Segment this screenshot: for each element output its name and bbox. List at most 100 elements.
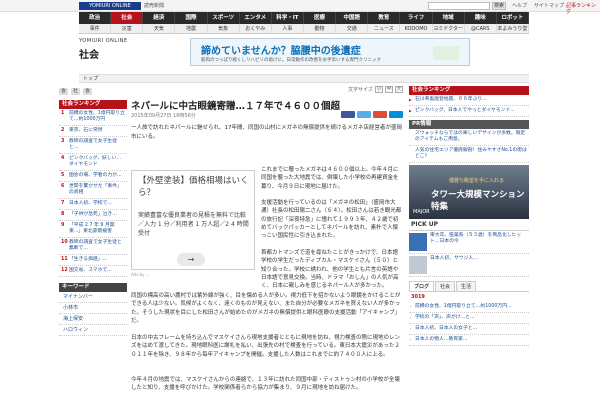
subnav-item[interactable]: ニュース: [368, 24, 401, 33]
sitemap-link[interactable]: サイトマップ: [534, 3, 564, 9]
subnav-item[interactable]: 気象: [208, 24, 240, 33]
text-size-small-button[interactable]: 小: [375, 86, 383, 93]
list-item[interactable]: 前橋の女性、1億円取り立て…約1000万円...: [409, 302, 529, 313]
nav-society[interactable]: 社会: [111, 12, 144, 24]
list-item[interactable]: 石川県奥能登地震、６６年ぶり...: [409, 95, 529, 106]
ranking-list: 1 前橋の女性、1億円取り立て…約1000万円 2 東京、石に突然 3 教師の調査で女…: [59, 109, 127, 277]
nav-sports[interactable]: スポーツ: [208, 12, 240, 24]
tab-society[interactable]: 社会: [435, 281, 456, 291]
inline-ad[interactable]: 【外壁塗装】価格相場はいくら？ 実績豊富な優良業者の見積を無料で比較／入力 1 …: [131, 170, 255, 270]
nav-hobby[interactable]: 趣味: [465, 12, 497, 24]
tower-ad-subtitle: 優雅な眺望を手に入れる: [449, 178, 505, 184]
subnav-item[interactable]: 天気: [143, 24, 176, 33]
blog-tabs: ブログ 社会 生活: [409, 281, 529, 292]
keyword-item[interactable]: 海上保安: [59, 314, 127, 325]
list-item[interactable]: 4 ピンクバッグ、妖しい...ダイヤモンド: [59, 154, 127, 171]
subnav-item[interactable]: 事件: [79, 24, 112, 33]
list-item[interactable]: 日本人の物人…教育家...: [409, 335, 529, 346]
text-size-label: 文字サイズ: [348, 87, 373, 93]
subnav-item[interactable]: 本よみうり堂: [497, 24, 529, 33]
site-logo[interactable]: YOMIURI ONLINE: [79, 2, 141, 10]
pr-item[interactable]: 人気の住宅エリア徹底解剖！住みやすさNo.1の街はどこ？: [409, 146, 529, 163]
tab-life[interactable]: 生活: [456, 281, 477, 291]
subnav-item[interactable]: 災害: [111, 24, 144, 33]
home-icon[interactable]: 会: [59, 87, 68, 95]
society-icon[interactable]: 会: [83, 87, 92, 95]
nav-chinese[interactable]: 中国語: [336, 12, 369, 24]
subnav-item[interactable]: @CARS: [465, 24, 497, 33]
ad-subtitle: 筋肉のつっぱり軽くしリハビリの助けに。日常動作の改善をお手伝いする専門クリニック: [201, 58, 381, 63]
nav-robot[interactable]: ロボット: [497, 12, 529, 24]
pickup-item[interactable]: 東大卒、医薬系（５３歳）を商品化しヒット…日本の今: [409, 231, 529, 254]
twitter-share-icon[interactable]: [357, 111, 371, 118]
nav-economy[interactable]: 経済: [143, 12, 176, 24]
list-item[interactable]: 6 世間を驚かせた「事件」の真相: [59, 182, 127, 199]
pickup-item[interactable]: 日本人初、サウジ人...: [409, 254, 529, 277]
list-item[interactable]: 8 「子供が急死」泣き...: [59, 210, 127, 221]
article-lead: 一人旅で訪れたネパールに魅せられ、17年間、同国の山村にメガネの無償提供を続ける…: [131, 125, 403, 140]
nav-entertainment[interactable]: エンタメ: [240, 12, 272, 24]
nav-politics[interactable]: 政治: [79, 12, 112, 24]
bookmark-share-icon[interactable]: [389, 111, 403, 118]
search-input[interactable]: [428, 2, 490, 10]
ranking-link[interactable]: 記事ランキング: [566, 3, 600, 15]
nav-region[interactable]: 地域: [433, 12, 465, 24]
text-size-medium-button[interactable]: 中: [385, 86, 393, 93]
subnav-item[interactable]: おくやみ: [240, 24, 272, 33]
list-item[interactable]: 学校の「声」、声がけ…と...: [409, 313, 529, 324]
list-item[interactable]: 5 国会の場、学者の力が...: [59, 171, 127, 182]
subnav-item[interactable]: KODOMO: [400, 24, 433, 33]
blog-count: 3019: [411, 294, 425, 300]
text-size-control: 文字サイズ 小 中 大: [348, 86, 403, 93]
google-share-icon[interactable]: [373, 111, 387, 118]
keyword-item[interactable]: マイナンバー: [59, 292, 127, 303]
nav-life[interactable]: ライフ: [400, 12, 433, 24]
subnav-item[interactable]: 動物: [304, 24, 337, 33]
list-item[interactable]: 1 前橋の女性、1億円取り立て…約1000万円: [59, 109, 127, 126]
tab-blog[interactable]: ブログ: [409, 281, 435, 291]
list-item[interactable]: 2 東京、石に突然: [59, 126, 127, 137]
header-ad-banner[interactable]: 諦めていませんか？脇腰中の後遺症 筋肉のつっぱり軽くしリハビリの助けに。日常動作…: [190, 38, 470, 66]
pr-header: PR情報: [409, 120, 529, 129]
section-title: 社会: [79, 50, 99, 61]
list-item[interactable]: 3 教師の調査で女子生徒と...: [59, 137, 127, 154]
facebook-share-icon[interactable]: [341, 111, 355, 118]
ad-logo-icon: [433, 46, 459, 60]
list-item[interactable]: ピンクバッグ、日本人でやっとダイヤモンド...: [409, 106, 529, 117]
subnav-item[interactable]: 人事: [272, 24, 304, 33]
help-link[interactable]: ヘルプ: [512, 3, 527, 9]
product-thumbnail: [409, 256, 427, 274]
subnav-item[interactable]: ヨミドクター: [433, 24, 465, 33]
pr-item[interactable]: スウォッチならではの楽しいデザインが多数。限定のアイテムもご用意。: [409, 129, 529, 146]
main-nav: 政治 社会 経済 国際 スポーツ エンタメ 科学・IT 医療 中国語 教育 ライ…: [79, 12, 529, 24]
article-paragraph: 日本の中古フレームを持ち込んでマスケイさんら現地支援者とともに現地を訪ね、視力検…: [131, 335, 400, 358]
list-item[interactable]: 12 国交省、スマホで...: [59, 266, 127, 277]
list-item[interactable]: 日本人初、日本人の女子と...: [409, 324, 529, 335]
home-icons: 会 社 会: [59, 86, 127, 96]
search-button[interactable]: 検索: [492, 2, 506, 10]
blog-list: 前橋の女性、1億円取り立て…約1000万円... 学校の「声」、声がけ…と...…: [409, 302, 529, 346]
nav-medical[interactable]: 医療: [304, 12, 337, 24]
article-date: 2015年09月27日 16時56分: [131, 113, 196, 119]
list-item[interactable]: 7 日本人初、学校で...: [59, 199, 127, 210]
keyword-item[interactable]: 小林市: [59, 303, 127, 314]
arrow-right-icon[interactable]: →: [177, 253, 205, 266]
sub-nav: 事件 災害 天気 地震 気象 おくやみ 人事 動物 交通 ニュース KODOMO…: [79, 24, 529, 34]
list-item[interactable]: 9 「平成 2 7 年 9 月関東...」東北豪雨被害: [59, 221, 127, 238]
ranking-header: 社会ランキング: [59, 100, 127, 109]
tower-mansion-ad[interactable]: 優雅な眺望を手に入れる タワー大規模マンション特集 MAJOR: [409, 165, 529, 219]
keyword-item[interactable]: ハロウィン: [59, 325, 127, 336]
nav-education[interactable]: 教育: [368, 12, 401, 24]
text-size-large-button[interactable]: 大: [395, 86, 403, 93]
list-item[interactable]: 10 教師の調査で女子生徒と無断で...: [59, 238, 127, 255]
subnav-item[interactable]: 交通: [336, 24, 369, 33]
subnav-item[interactable]: 地震: [175, 24, 208, 33]
society-icon[interactable]: 社: [71, 87, 80, 95]
nav-science[interactable]: 科学・IT: [272, 12, 304, 24]
article-paragraph: 今年４月の地震では、マスケイさんからの連絡で、１３年に訪れた同国中部・ティストゥ…: [131, 377, 400, 392]
nav-world[interactable]: 国際: [175, 12, 208, 24]
right-sidebar: 社会ランキング 石川県奥能登地震、６６年ぶり... ピンクバッグ、日本人でやっと…: [409, 86, 529, 400]
breadcrumb-top-link[interactable]: トップ: [83, 76, 98, 82]
list-item[interactable]: 11 「生きる価値」...: [59, 255, 127, 266]
article-paragraph: 支援活動を行っているのは「メガネの松田」（盛岡市大通）社長の松田陽二さん（６４）…: [261, 200, 402, 240]
